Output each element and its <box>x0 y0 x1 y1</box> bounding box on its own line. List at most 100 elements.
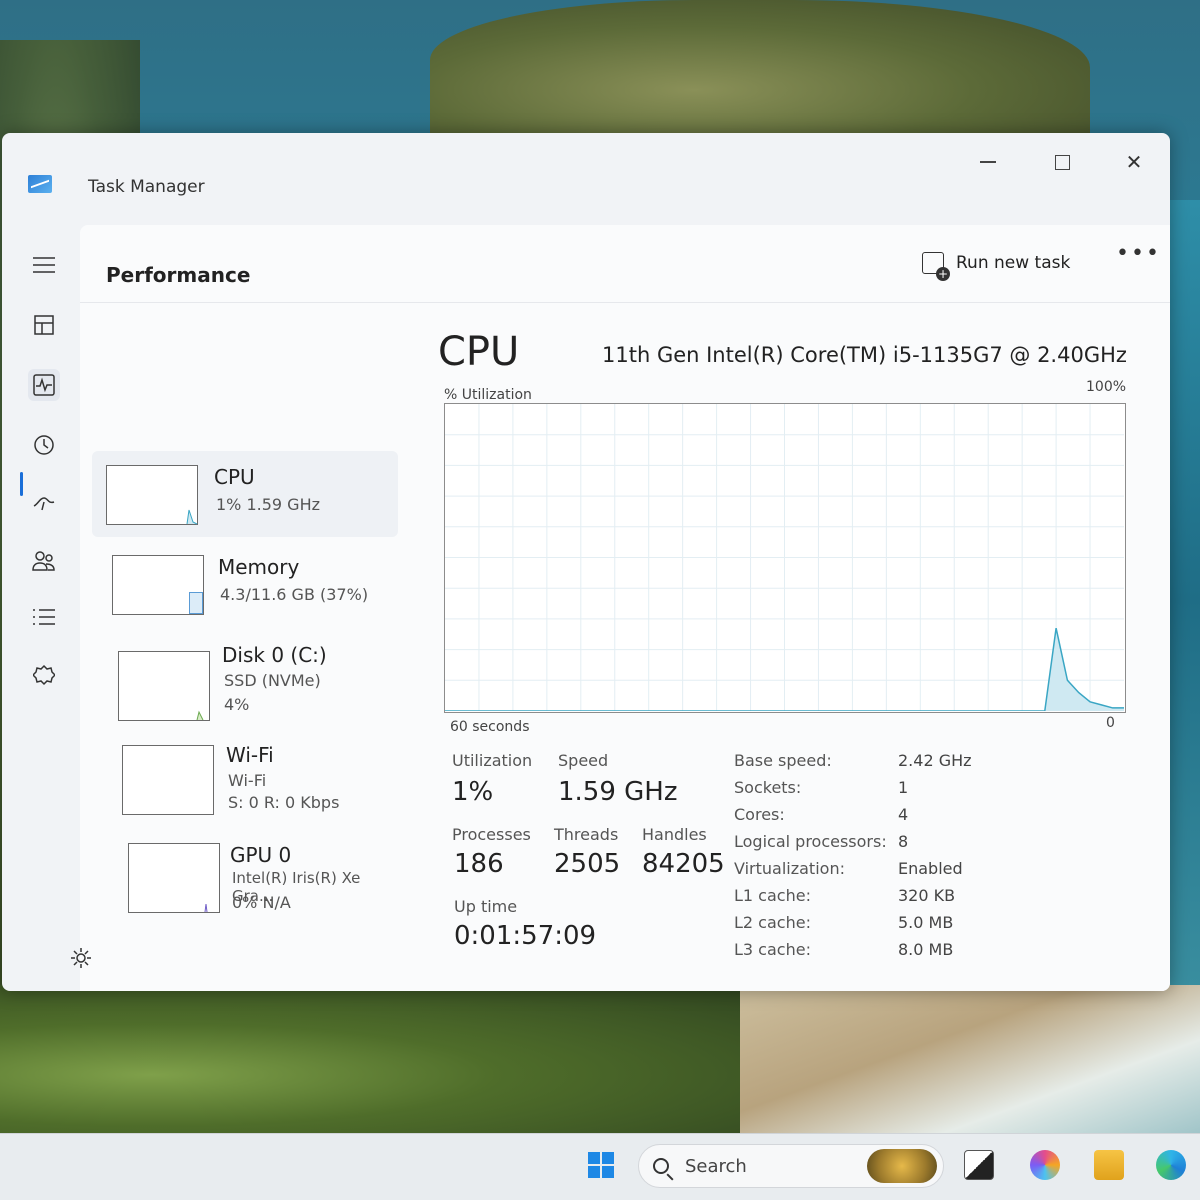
history-icon <box>34 435 54 455</box>
details-icon <box>33 609 55 625</box>
device-detail: 4.3/11.6 GB (37%) <box>220 585 369 604</box>
device-detail: 1% 1.59 GHz <box>216 495 321 514</box>
speed-label: Speed <box>558 751 609 770</box>
maximize-icon <box>1054 154 1070 170</box>
spec-key: L1 cache: <box>734 886 811 905</box>
maximize-button[interactable] <box>1042 145 1082 179</box>
threads-value: 2505 <box>554 849 621 879</box>
search-icon <box>653 1158 669 1174</box>
spec-value: 2.42 GHz <box>898 751 972 770</box>
nav-app-history[interactable] <box>28 429 60 461</box>
device-detail-2: 4% <box>224 695 250 714</box>
handles-value: 84205 <box>642 849 725 879</box>
nav-details[interactable] <box>28 601 60 633</box>
uptime-value: 0:01:57:09 <box>454 921 597 951</box>
cpu-model-name: 11th Gen Intel(R) Core(TM) i5-1135G7 @ 2… <box>602 343 1127 367</box>
start-button[interactable] <box>588 1152 614 1178</box>
device-wifi[interactable]: Wi-Fi Wi-Fi S: 0 R: 0 Kbps <box>92 729 398 815</box>
task-view-icon[interactable] <box>964 1150 994 1180</box>
spec-key: Logical processors: <box>734 832 887 851</box>
search-placeholder: Search <box>685 1155 747 1177</box>
file-explorer-icon[interactable] <box>1094 1150 1124 1180</box>
utilization-axis-label: % Utilization <box>444 387 532 403</box>
device-detail: SSD (NVMe) <box>224 671 321 690</box>
x-axis-time-label: 60 seconds <box>450 719 530 735</box>
spec-value: 1 <box>898 778 909 797</box>
more-options-button[interactable]: ••• <box>1116 241 1161 266</box>
spec-value: 5.0 MB <box>898 913 954 932</box>
device-memory[interactable]: Memory 4.3/11.6 GB (37%) <box>92 541 398 627</box>
taskbar: Search <box>0 1133 1200 1200</box>
processes-value: 186 <box>454 849 504 879</box>
performance-panel: Performance Run new task ••• CPU 1% 1.59… <box>80 225 1170 991</box>
nav-startup-apps[interactable] <box>28 487 60 519</box>
nav-processes[interactable] <box>28 309 60 341</box>
close-icon: ✕ <box>1125 150 1143 174</box>
memory-thumbnail-graph <box>112 555 204 615</box>
taskbar-search-box[interactable]: Search <box>638 1144 944 1188</box>
nav-rail <box>2 229 80 991</box>
spec-value: 4 <box>898 805 909 824</box>
disk-thumbnail-graph <box>118 651 210 721</box>
windows-logo-tile <box>602 1152 614 1164</box>
close-button[interactable]: ✕ <box>1114 145 1154 179</box>
desktop-background-rock <box>430 0 1090 150</box>
y-axis-max-label: 100% <box>1086 379 1127 395</box>
task-manager-window: Task Manager ✕ Performance + Run new tas… <box>2 133 1170 991</box>
detail-title: CPU <box>438 329 520 375</box>
hamburger-menu-button[interactable] <box>28 249 60 281</box>
nav-performance[interactable] <box>28 369 60 401</box>
device-detail-2: S: 0 R: 0 Kbps <box>228 793 340 812</box>
copilot-icon[interactable] <box>1030 1150 1060 1180</box>
device-name: CPU <box>214 465 255 489</box>
utilization-value: 1% <box>452 777 494 807</box>
minimize-button[interactable] <box>968 145 1008 179</box>
cpu-utilization-graph <box>444 403 1126 713</box>
device-detail-2: 0% N/A <box>232 893 291 912</box>
edge-browser-icon[interactable] <box>1156 1150 1186 1180</box>
device-detail: Wi-Fi <box>228 771 267 790</box>
windows-logo-tile <box>588 1152 600 1164</box>
device-disk[interactable]: Disk 0 (C:) SSD (NVMe) 4% <box>92 629 398 721</box>
y-axis-min-label: 0 <box>1106 715 1115 731</box>
uptime-label: Up time <box>454 897 518 916</box>
search-highlight-badge-icon[interactable] <box>867 1149 937 1183</box>
nav-services[interactable] <box>28 659 60 691</box>
spec-value: 320 KB <box>898 886 956 905</box>
performance-icon <box>33 374 55 396</box>
processes-icon <box>34 315 54 335</box>
spec-key: Cores: <box>734 805 785 824</box>
settings-button[interactable] <box>70 947 92 974</box>
device-gpu[interactable]: GPU 0 Intel(R) Iris(R) Xe Gra... 0% N/A <box>92 829 398 915</box>
desktop-background-beach <box>740 985 1200 1135</box>
spec-value: 8 <box>898 832 909 851</box>
header-divider <box>80 302 1170 303</box>
task-manager-app-icon <box>28 175 52 193</box>
device-name: Memory <box>218 555 300 579</box>
gpu-thumbnail-graph <box>128 843 220 913</box>
gear-icon <box>71 948 91 968</box>
spec-key: L2 cache: <box>734 913 811 932</box>
spec-key: Virtualization: <box>734 859 845 878</box>
title-bar[interactable]: Task Manager ✕ <box>2 133 1170 229</box>
window-title: Task Manager <box>88 177 205 197</box>
wifi-thumbnail-graph <box>122 745 214 815</box>
device-name: GPU 0 <box>230 843 292 867</box>
handles-label: Handles <box>642 825 707 844</box>
page-title: Performance <box>106 263 251 287</box>
processes-label: Processes <box>452 825 531 844</box>
startup-icon <box>33 497 55 511</box>
spec-key: L3 cache: <box>734 940 811 959</box>
run-new-task-label: Run new task <box>956 253 1071 273</box>
nav-users[interactable] <box>28 545 60 577</box>
nav-active-indicator <box>20 472 23 496</box>
windows-logo-tile <box>602 1166 614 1178</box>
device-name: Disk 0 (C:) <box>222 643 327 667</box>
run-new-task-button[interactable]: Run new task <box>922 245 1070 281</box>
services-icon <box>33 664 55 686</box>
memory-usage-bar <box>189 592 203 614</box>
spec-value: 8.0 MB <box>898 940 954 959</box>
speed-value: 1.59 GHz <box>558 777 678 807</box>
device-cpu[interactable]: CPU 1% 1.59 GHz <box>92 451 398 537</box>
desktop-background-foliage <box>0 985 760 1135</box>
